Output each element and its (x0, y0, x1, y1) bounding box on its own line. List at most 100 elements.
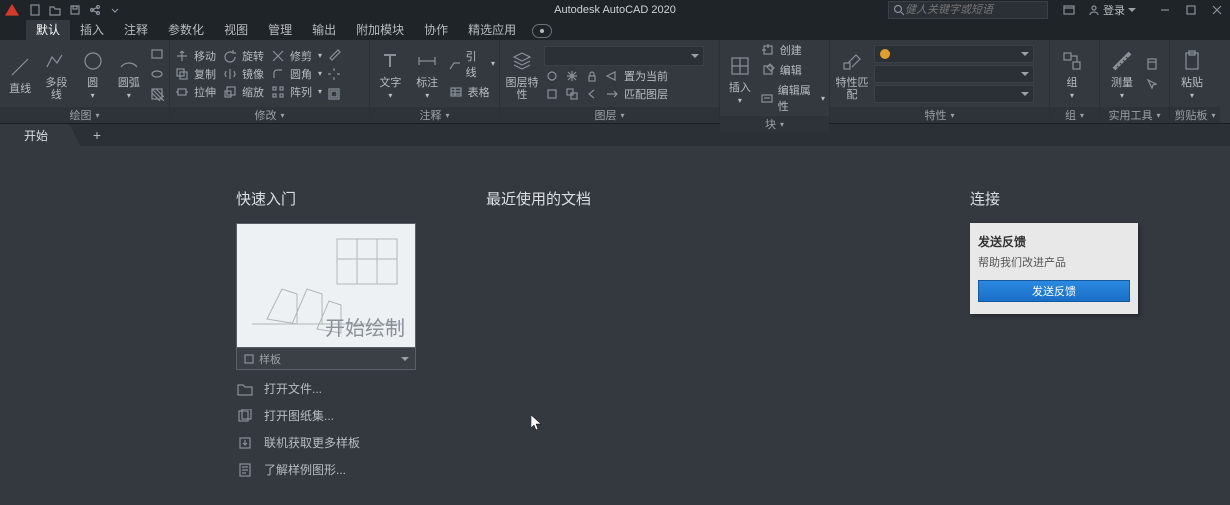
panel-title-properties[interactable]: 特性▾ (830, 107, 1049, 123)
infocenter-icon[interactable] (1056, 0, 1082, 20)
new-tab-button[interactable]: + (86, 124, 108, 146)
copy-button[interactable]: 复制 (174, 66, 216, 82)
sheetset-icon (236, 408, 254, 424)
measure-button[interactable]: 测量▾ (1104, 47, 1140, 100)
set-current-button[interactable]: 置为当前 (604, 68, 668, 84)
calculator-button[interactable] (1144, 56, 1160, 72)
panel-title-layer[interactable]: 图层▾ (500, 107, 719, 123)
layer-prev-button[interactable] (584, 86, 600, 102)
offset-button[interactable] (326, 86, 342, 102)
open-icon[interactable] (46, 2, 64, 18)
dimension-button[interactable]: 标注▾ (411, 47, 444, 100)
tab-parametric[interactable]: 参数化 (158, 19, 214, 40)
paste-button[interactable]: 粘贴▾ (1174, 47, 1210, 100)
panel-clipboard: 粘贴▾ 剪贴板▾ (1170, 40, 1220, 123)
linetype-combo[interactable] (874, 85, 1034, 103)
minimize-button[interactable] (1152, 0, 1178, 20)
explode-button[interactable] (326, 66, 342, 82)
panel-title-draw[interactable]: 绘图▾ (0, 107, 169, 123)
feedback-title: 发送反馈 (978, 233, 1130, 250)
scale-button[interactable]: 缩放 (222, 84, 264, 100)
trim-button[interactable]: 修剪▾ (270, 48, 322, 64)
block-editattr-button[interactable]: 编辑属性▾ (760, 82, 825, 114)
open-sheetset-link[interactable]: 打开图纸集... (236, 407, 426, 424)
tab-view[interactable]: 视图 (214, 19, 258, 40)
maximize-button[interactable] (1178, 0, 1204, 20)
tab-featured[interactable]: 精选应用 (458, 19, 526, 40)
panel-block: 插入▾ 创建 编辑 编辑属性▾ 块▾ (720, 40, 830, 123)
ribbon: 直线 多段线 圆▾ 圆弧▾ 绘图▾ 移动 旋转 修剪▾ 复制 镜像 圆角▾ 拉伸… (0, 40, 1230, 124)
group-button[interactable]: 组▾ (1054, 47, 1090, 100)
share-icon[interactable] (86, 2, 104, 18)
tab-output[interactable]: 输出 (302, 19, 346, 40)
panel-layer: 图层特性 置为当前 匹配图层 图层▾ (500, 40, 720, 123)
quickstart-column: 快速入门 开始绘制 样板 打开文件... 打开图纸集... 联机获取更多样板 了… (236, 188, 426, 485)
move-button[interactable]: 移动 (174, 48, 216, 64)
layer-uniso-button[interactable] (564, 86, 580, 102)
layer-lock-button[interactable] (584, 68, 600, 84)
layer-properties-button[interactable]: 图层特性 (504, 47, 540, 101)
login-button[interactable]: 登录 (1082, 0, 1142, 20)
panel-title-annotate[interactable]: 注释▾ (370, 107, 499, 123)
select-button[interactable] (1144, 76, 1160, 92)
recent-heading: 最近使用的文档 (486, 188, 766, 209)
open-file-link[interactable]: 打开文件... (236, 380, 426, 397)
tab-annotate[interactable]: 注释 (114, 19, 158, 40)
fillet-button[interactable]: 圆角▾ (270, 66, 322, 82)
layer-freeze-button[interactable] (564, 68, 580, 84)
hatch-button[interactable] (149, 86, 165, 102)
panel-title-modify[interactable]: 修改▾ (170, 107, 369, 123)
tab-manage[interactable]: 管理 (258, 19, 302, 40)
chevron-down-icon (1021, 92, 1029, 96)
line-button[interactable]: 直线 (4, 53, 36, 95)
lineweight-combo[interactable] (874, 65, 1034, 83)
panel-group: 组▾ 组▾ (1050, 40, 1100, 123)
rotate-button[interactable]: 旋转 (222, 48, 264, 64)
panel-title-clipboard[interactable]: 剪贴板▾ (1170, 107, 1220, 123)
block-edit-button[interactable]: 编辑 (760, 62, 825, 78)
panel-title-utilities[interactable]: 实用工具▾ (1100, 107, 1169, 123)
search-input[interactable] (905, 4, 1043, 16)
tab-default[interactable]: 默认 (26, 19, 70, 40)
panel-title-block[interactable]: 块▾ (720, 116, 829, 132)
block-create-button[interactable]: 创建 (760, 42, 825, 58)
qat-dropdown-icon[interactable] (106, 2, 124, 18)
match-properties-button[interactable]: 特性匹配 (834, 47, 870, 101)
sample-drawings-link[interactable]: 了解样例图形... (236, 461, 426, 478)
app-logo[interactable] (4, 2, 22, 18)
erase-button[interactable] (326, 46, 342, 62)
array-button[interactable]: 阵列▾ (270, 84, 322, 100)
arc-button[interactable]: 圆弧▾ (113, 47, 145, 100)
color-combo[interactable] (874, 45, 1034, 63)
stretch-button[interactable]: 拉伸 (174, 84, 216, 100)
layer-off-button[interactable] (544, 68, 560, 84)
leader-button[interactable]: 引线▾ (448, 48, 495, 80)
circle-button[interactable]: 圆▾ (77, 47, 109, 100)
new-icon[interactable] (26, 2, 44, 18)
search-box[interactable] (888, 1, 1048, 19)
mirror-button[interactable]: 镜像 (222, 66, 264, 82)
send-feedback-button[interactable]: 发送反馈 (978, 280, 1130, 302)
save-icon[interactable] (66, 2, 84, 18)
doc-tab-start[interactable]: 开始 (0, 124, 72, 146)
polyline-button[interactable]: 多段线 (40, 47, 72, 101)
match-layer-button[interactable]: 匹配图层 (604, 86, 668, 102)
tab-insert[interactable]: 插入 (70, 19, 114, 40)
rectangle-button[interactable] (149, 46, 165, 62)
panel-title-group[interactable]: 组▾ (1050, 107, 1099, 123)
table-button[interactable]: 表格 (448, 84, 495, 100)
tab-addins[interactable]: 附加模块 (346, 19, 414, 40)
start-drawing-tile[interactable]: 开始绘制 (236, 223, 416, 348)
layer-combo[interactable] (544, 46, 704, 66)
tab-collaborate[interactable]: 协作 (414, 19, 458, 40)
layer-iso-button[interactable] (544, 86, 560, 102)
ellipse-button[interactable] (149, 66, 165, 82)
insert-button[interactable]: 插入▾ (724, 52, 756, 105)
panel-properties: 特性匹配 特性▾ (830, 40, 1050, 123)
bylayer-color-icon (879, 48, 891, 60)
online-templates-link[interactable]: 联机获取更多样板 (236, 434, 426, 451)
text-button[interactable]: 文字▾ (374, 47, 407, 100)
template-dropdown[interactable]: 样板 (236, 348, 416, 370)
expand-pill-icon[interactable] (532, 24, 552, 38)
close-button[interactable] (1204, 0, 1230, 20)
